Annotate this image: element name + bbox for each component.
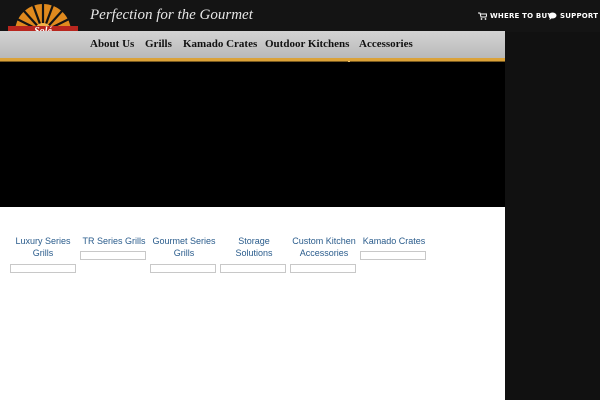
site-tagline: Perfection for the Gourmet	[90, 7, 253, 23]
category-gourmet-series-grills[interactable]: Gourmet Series Grills	[148, 235, 220, 259]
nav-item-about-us[interactable]: About Us	[90, 38, 134, 50]
category-thumbnail[interactable]	[80, 251, 146, 260]
right-dark-column	[505, 32, 600, 400]
cart-icon	[478, 12, 487, 20]
category-label-line1: Storage	[238, 236, 270, 246]
category-label-line2: Grills	[32, 248, 54, 258]
nav-item-grills[interactable]: Grills	[145, 38, 172, 50]
support-label: SUPPORT	[560, 12, 599, 20]
category-label-line1: Luxury Series	[15, 236, 71, 246]
category-thumbnail[interactable]	[150, 264, 216, 273]
nav-item-outdoor-kitchens[interactable]: Outdoor Kitchens	[265, 38, 349, 50]
where-to-buy-label: WHERE TO BUY	[490, 12, 553, 20]
category-label-line2: Solutions	[235, 248, 273, 258]
category-tr-series-grills[interactable]: TR Series Grills	[78, 235, 150, 247]
nav-item-accessories[interactable]: Accessories	[359, 38, 413, 50]
category-thumbnail[interactable]	[360, 251, 426, 260]
hero-banner	[0, 62, 505, 207]
category-thumbnail[interactable]	[10, 264, 76, 273]
category-thumbnail[interactable]	[290, 264, 356, 273]
speech-bubble-icon	[548, 12, 557, 20]
category-label-line2: Grills	[173, 248, 195, 258]
category-label-line1: Gourmet Series	[152, 236, 216, 246]
category-label-line1: Kamado Crates	[362, 236, 426, 246]
category-custom-kitchen-accessories[interactable]: Custom Kitchen Accessories	[288, 235, 360, 259]
category-thumbnail[interactable]	[220, 264, 286, 273]
nav-item-kamado-crates[interactable]: Kamado Crates	[183, 38, 257, 50]
support-link[interactable]: SUPPORT	[548, 12, 598, 20]
category-kamado-crates[interactable]: Kamado Crates	[358, 235, 430, 247]
category-label-line1: TR Series Grills	[82, 236, 146, 246]
category-label-line1: Custom Kitchen	[292, 236, 356, 246]
category-storage-solutions[interactable]: Storage Solutions	[218, 235, 290, 259]
category-luxury-series-grills[interactable]: Luxury Series Grills	[8, 235, 78, 259]
category-label-line2: Accessories	[299, 248, 349, 258]
main-navigation: About Us Grills Kamado Crates Outdoor Ki…	[0, 31, 505, 58]
where-to-buy-link[interactable]: WHERE TO BUY	[478, 12, 553, 20]
category-section: Luxury Series Grills TR Series Grills Go…	[0, 207, 505, 400]
